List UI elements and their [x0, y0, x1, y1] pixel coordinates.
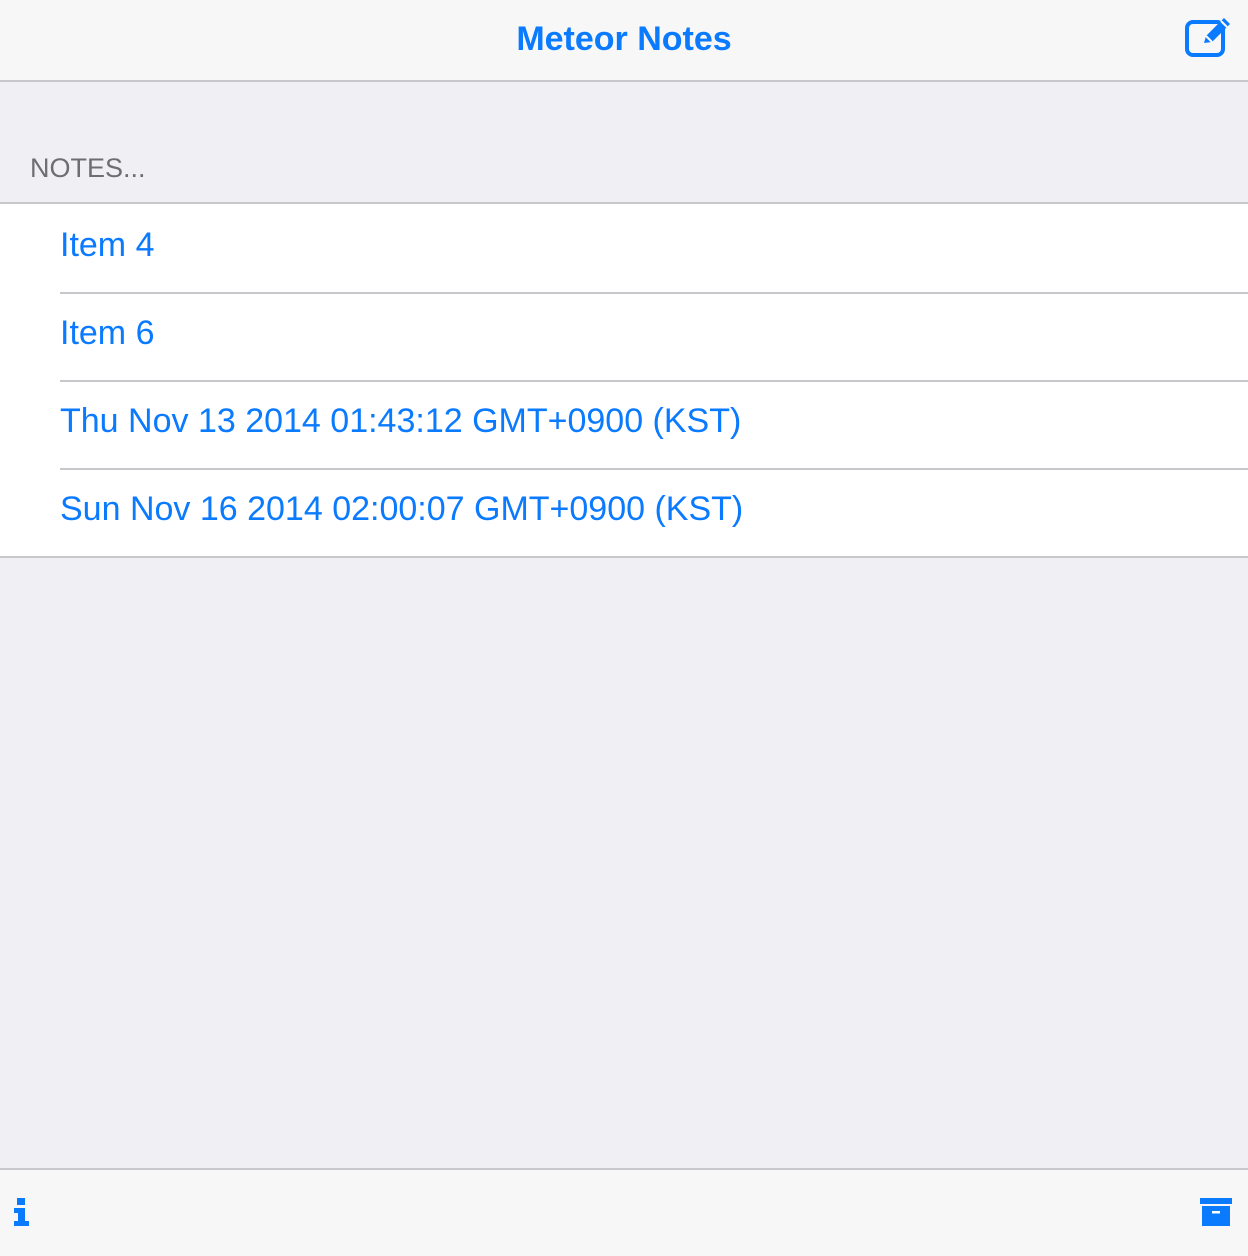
list-item[interactable]: Item 6 [0, 292, 1248, 380]
notes-list: Item 4 Item 6 Thu Nov 13 2014 01:43:12 G… [0, 202, 1248, 558]
list-item[interactable]: Sun Nov 16 2014 02:00:07 GMT+0900 (KST) [0, 468, 1248, 556]
row-divider [60, 380, 1248, 382]
list-item-label: Item 6 [60, 314, 155, 352]
info-button[interactable] [10, 1194, 34, 1228]
row-divider [60, 292, 1248, 294]
section-header: NOTES... [30, 153, 146, 183]
list-item-label: Item 4 [60, 226, 155, 264]
compose-icon [1184, 14, 1234, 60]
page-title: Meteor Notes [516, 20, 732, 58]
info-icon [10, 1198, 34, 1232]
bottom-toolbar [0, 1168, 1248, 1256]
app-window: Meteor Notes NOTES... Item 4 Item 6 Thu [0, 0, 1248, 1256]
navigation-bar: Meteor Notes [0, 0, 1248, 82]
list-item-label: Thu Nov 13 2014 01:43:12 GMT+0900 (KST) [60, 402, 742, 440]
archive-button[interactable] [1198, 1196, 1234, 1228]
archive-icon [1198, 1198, 1234, 1232]
list-item[interactable]: Item 4 [0, 204, 1248, 292]
row-divider [60, 468, 1248, 470]
list-item-label: Sun Nov 16 2014 02:00:07 GMT+0900 (KST) [60, 490, 744, 528]
compose-button[interactable] [1184, 14, 1234, 60]
list-item[interactable]: Thu Nov 13 2014 01:43:12 GMT+0900 (KST) [0, 380, 1248, 468]
